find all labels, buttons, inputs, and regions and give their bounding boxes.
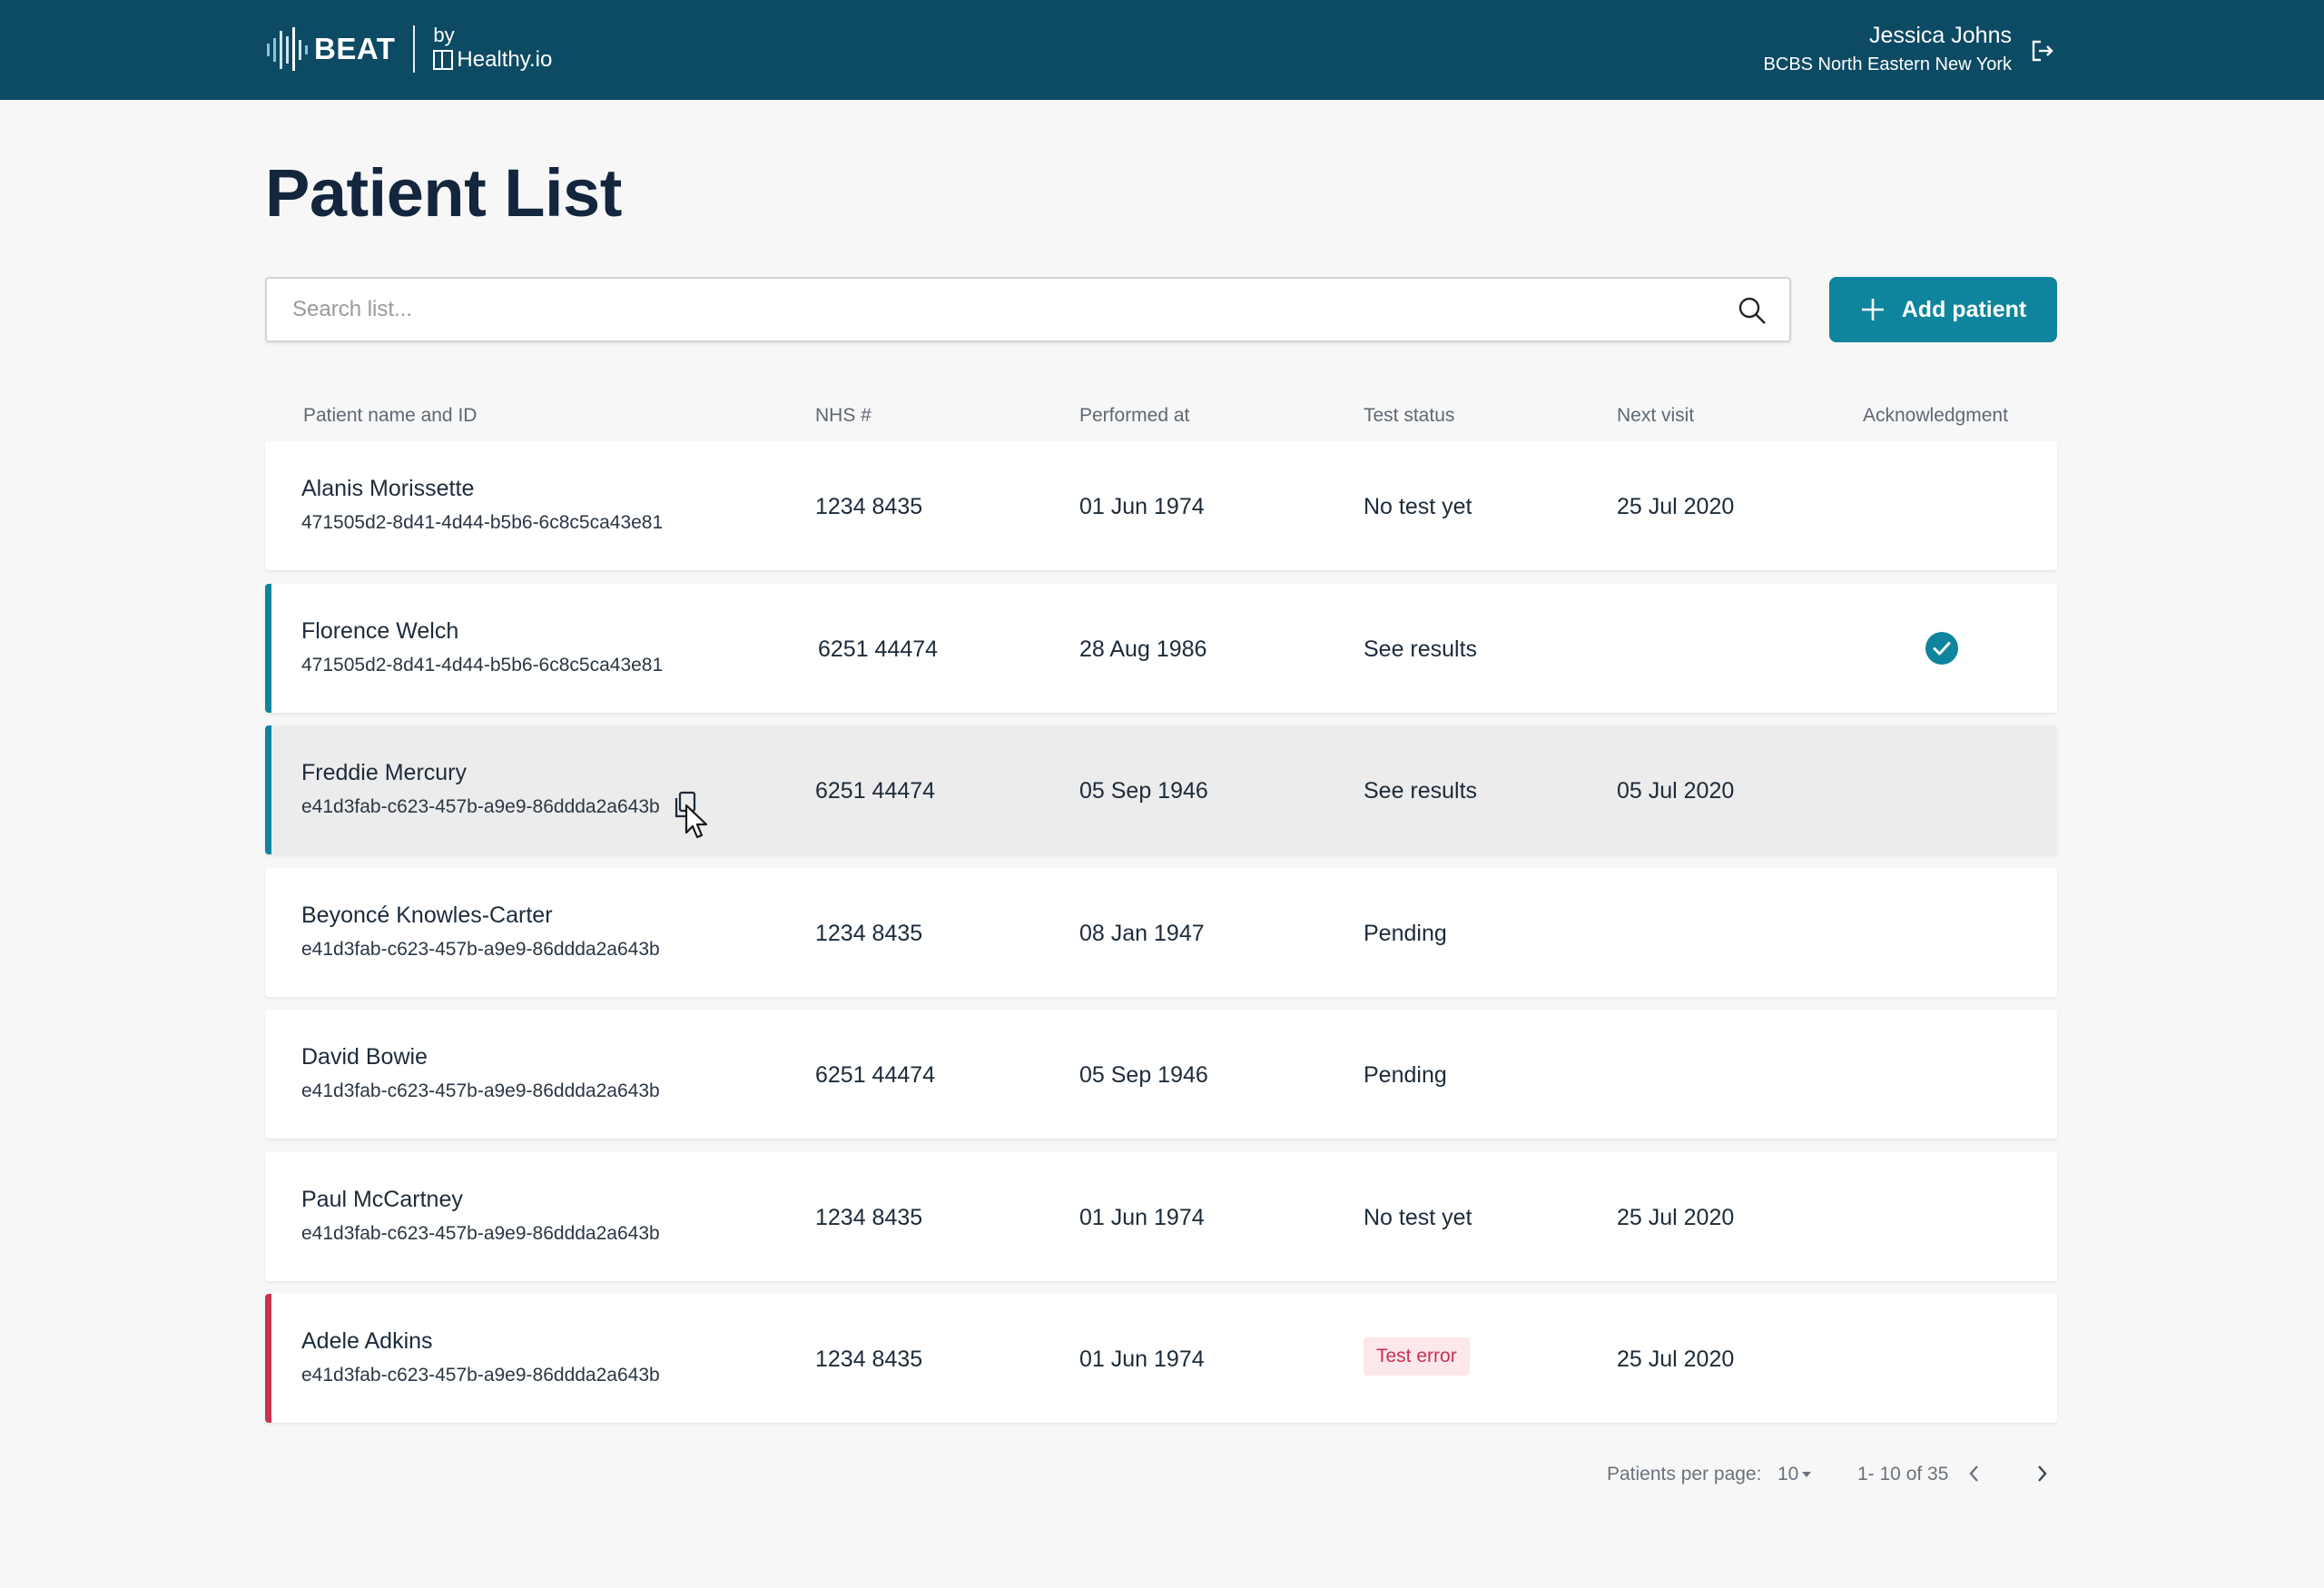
test-error-badge: Test error xyxy=(1364,1337,1470,1376)
performed-at: 08 Jan 1947 xyxy=(1079,920,1205,946)
nhs-number: 6251 44474 xyxy=(815,778,936,804)
logo-divider xyxy=(413,25,416,73)
patient-list: Alanis Morissette 471505d2-8d41-4d44-b5b… xyxy=(265,441,2057,1436)
user-name: Jessica Johns xyxy=(1868,23,2012,48)
caret-down-icon xyxy=(1802,1472,1812,1478)
logout-icon[interactable] xyxy=(2030,38,2055,64)
user-organization: BCBS North Eastern New York xyxy=(1763,54,2012,74)
patient-id: e41d3fab-c623-457b-a9e9-86ddda2a643b xyxy=(301,1222,660,1244)
patient-name: Adele Adkins xyxy=(301,1328,433,1354)
performed-at: 05 Sep 1946 xyxy=(1079,1062,1208,1088)
check-circle-icon xyxy=(1925,631,1958,665)
nhs-number: 6251 44474 xyxy=(818,636,939,662)
patient-name: Florence Welch xyxy=(301,617,459,644)
patient-id: e41d3fab-c623-457b-a9e9-86ddda2a643b xyxy=(301,1365,660,1386)
table-row[interactable]: Freddie Mercury e41d3fab-c623-457b-a9e9-… xyxy=(265,725,2057,854)
patient-name: Beyoncé Knowles-Carter xyxy=(301,902,553,928)
chevron-right-icon[interactable] xyxy=(2032,1462,2052,1485)
next-visit: 25 Jul 2020 xyxy=(1617,494,1735,519)
column-header-next-visit[interactable]: Next visit xyxy=(1617,405,1694,427)
add-patient-label: Add patient xyxy=(1901,296,2027,322)
table-row[interactable]: Beyoncé Knowles-Carter e41d3fab-c623-457… xyxy=(265,867,2057,997)
row-accent-bar xyxy=(265,583,271,713)
table-row[interactable]: David Bowie e41d3fab-c623-457b-a9e9-86dd… xyxy=(265,1010,2057,1139)
healthy-io-mark-icon xyxy=(433,50,454,70)
by-label: by xyxy=(433,24,455,46)
add-patient-button[interactable]: Add patient xyxy=(1829,277,2057,342)
next-visit: 25 Jul 2020 xyxy=(1617,1204,1735,1230)
nhs-number: 6251 44474 xyxy=(815,1062,936,1088)
column-header-status[interactable]: Test status xyxy=(1364,405,1454,427)
patient-id: e41d3fab-c623-457b-a9e9-86ddda2a643b xyxy=(301,1080,660,1101)
per-page-value: 10 xyxy=(1777,1464,1799,1484)
pagination: Patients per page: 10 1- 10 of 35 xyxy=(265,1455,2057,1491)
nhs-number: 1234 8435 xyxy=(815,1204,923,1230)
test-status: Pending xyxy=(1364,920,1447,946)
test-status: No test yet xyxy=(1364,494,1472,519)
patient-name: Freddie Mercury xyxy=(301,760,467,785)
search-input[interactable] xyxy=(267,279,1789,340)
table-row[interactable]: Adele Adkins e41d3fab-c623-457b-a9e9-86d… xyxy=(265,1294,2057,1423)
test-status: No test yet xyxy=(1364,1204,1472,1230)
test-status: Pending xyxy=(1364,1062,1447,1088)
chevron-left-icon[interactable] xyxy=(1965,1462,1984,1485)
performed-at: 01 Jun 1974 xyxy=(1079,494,1205,519)
page-range: 1- 10 of 35 xyxy=(1857,1464,1949,1484)
next-visit: 25 Jul 2020 xyxy=(1617,1346,1735,1372)
patient-id: 471505d2-8d41-4d44-b5b6-6c8c5ca43e81 xyxy=(301,512,664,533)
partner-logo: by Healthy.io xyxy=(433,25,552,74)
column-header-performed[interactable]: Performed at xyxy=(1079,405,1189,427)
column-header-acknowledgment[interactable]: Acknowledgment xyxy=(1863,405,2008,427)
row-accent-bar xyxy=(265,725,271,854)
performed-at: 01 Jun 1974 xyxy=(1079,1204,1205,1230)
patient-id: e41d3fab-c623-457b-a9e9-86ddda2a643b xyxy=(301,796,660,817)
nhs-number: 1234 8435 xyxy=(815,920,923,946)
performed-at: 05 Sep 1946 xyxy=(1079,778,1208,804)
patient-id: e41d3fab-c623-457b-a9e9-86ddda2a643b xyxy=(301,938,660,960)
next-visit: 05 Jul 2020 xyxy=(1617,778,1735,804)
test-status[interactable]: See results xyxy=(1364,636,1477,663)
patient-name: Paul McCartney xyxy=(301,1186,463,1212)
mouse-pointer-icon xyxy=(684,804,708,839)
performed-at: 01 Jun 1974 xyxy=(1079,1346,1205,1372)
plus-icon xyxy=(1861,299,1884,321)
test-status[interactable]: See results xyxy=(1364,778,1477,804)
search-icon[interactable] xyxy=(1737,295,1768,326)
table-row[interactable]: Florence Welch 471505d2-8d41-4d44-b5b6-6… xyxy=(265,583,2057,713)
patient-name: Alanis Morissette xyxy=(301,476,475,501)
top-bar: BEAT by Healthy.io Jessica Johns BCBS No… xyxy=(0,0,2324,100)
column-header-name[interactable]: Patient name and ID xyxy=(303,405,477,427)
patient-id: 471505d2-8d41-4d44-b5b6-6c8c5ca43e81 xyxy=(301,654,664,676)
nhs-number: 1234 8435 xyxy=(815,494,923,519)
per-page-select[interactable]: 10 xyxy=(1777,1464,1812,1485)
table-row[interactable]: Alanis Morissette 471505d2-8d41-4d44-b5b… xyxy=(265,441,2057,570)
table-row[interactable]: Paul McCartney e41d3fab-c623-457b-a9e9-8… xyxy=(265,1151,2057,1281)
row-accent-bar xyxy=(265,1294,271,1423)
table-header: Patient name and ID NHS # Performed at T… xyxy=(265,405,2057,438)
partner-name: Healthy.io xyxy=(457,47,553,72)
per-page-label: Patients per page: xyxy=(1607,1464,1762,1484)
user-info: Jessica Johns BCBS North Eastern New Yor… xyxy=(1764,20,2012,78)
column-header-nhs[interactable]: NHS # xyxy=(815,405,872,427)
brand-name: BEAT xyxy=(314,32,396,65)
beat-logo[interactable]: BEAT by Healthy.io xyxy=(265,22,552,76)
heartbeat-bars-icon xyxy=(267,27,308,71)
page-title: Patient List xyxy=(265,155,622,231)
partner-name-row: Healthy.io xyxy=(433,46,552,74)
search-box[interactable] xyxy=(265,277,1791,342)
patient-name: David Bowie xyxy=(301,1044,428,1070)
performed-at: 28 Aug 1986 xyxy=(1079,636,1207,662)
nhs-number: 1234 8435 xyxy=(815,1346,923,1372)
